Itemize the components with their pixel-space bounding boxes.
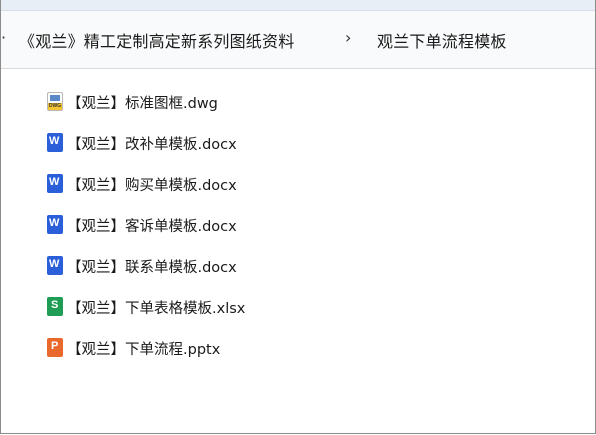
- list-item[interactable]: 【观兰】改补单模板.docx: [1, 122, 595, 163]
- list-item[interactable]: 【观兰】下单表格模板.xlsx: [1, 286, 595, 327]
- word-file-icon: [47, 174, 63, 193]
- ppt-file-icon: [47, 338, 63, 357]
- word-file-icon: [47, 256, 63, 275]
- breadcrumb-parent-folder[interactable]: 《观兰》精工定制高定新系列图纸资料: [19, 28, 294, 52]
- list-item[interactable]: DWG 【观兰】标准图框.dwg: [1, 81, 595, 122]
- file-name: 【观兰】下单流程.pptx: [67, 342, 221, 358]
- list-item[interactable]: 【观兰】下单流程.pptx: [1, 327, 595, 368]
- file-name: 【观兰】客诉单模板.docx: [67, 219, 237, 235]
- file-name: 【观兰】改补单模板.docx: [67, 137, 237, 153]
- breadcrumb: · 《观兰》精工定制高定新系列图纸资料 › 观兰下单流程模板: [1, 11, 595, 69]
- file-name: 【观兰】购买单模板.docx: [67, 178, 237, 194]
- file-name: 【观兰】下单表格模板.xlsx: [67, 301, 246, 317]
- word-file-icon: [47, 215, 63, 234]
- breadcrumb-current-folder[interactable]: 观兰下单流程模板: [377, 28, 507, 52]
- file-name: 【观兰】标准图框.dwg: [67, 96, 218, 112]
- list-item[interactable]: 【观兰】联系单模板.docx: [1, 245, 595, 286]
- file-explorer-window: · 《观兰》精工定制高定新系列图纸资料 › 观兰下单流程模板 DWG 【观兰】标…: [0, 0, 596, 434]
- file-name: 【观兰】联系单模板.docx: [67, 260, 237, 276]
- list-item[interactable]: 【观兰】购买单模板.docx: [1, 163, 595, 204]
- list-item[interactable]: 【观兰】客诉单模板.docx: [1, 204, 595, 245]
- dwg-file-icon: DWG: [47, 92, 63, 111]
- title-strip: [1, 0, 595, 11]
- breadcrumb-prefix: ·: [1, 28, 7, 47]
- sheet-file-icon: [47, 297, 63, 316]
- word-file-icon: [47, 133, 63, 152]
- chevron-right-icon[interactable]: ›: [345, 28, 352, 47]
